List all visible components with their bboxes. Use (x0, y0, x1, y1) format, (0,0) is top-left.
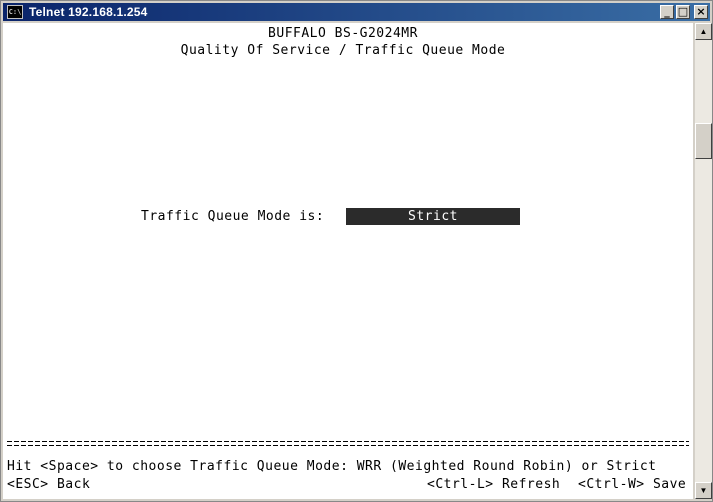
scroll-down-arrow-icon[interactable]: ▼ (695, 482, 712, 499)
save-hint: <Ctrl-W> Save (578, 477, 687, 492)
screen-divider (7, 441, 689, 447)
window-title: Telnet 192.168.1.254 (29, 5, 148, 19)
traffic-queue-mode-value[interactable]: Strict (346, 208, 520, 225)
terminal-screen[interactable]: BUFFALO BS-G2024MR Quality Of Service / … (3, 23, 693, 499)
esc-back-hint: <ESC> Back (7, 477, 91, 492)
telnet-window: C:\ Telnet 192.168.1.254 _ □ × BUFFALO B… (0, 0, 713, 502)
traffic-queue-mode-label: Traffic Queue Mode is: (141, 209, 325, 224)
telnet-console-icon: C:\ (7, 5, 23, 19)
minimize-button[interactable]: _ (660, 5, 674, 19)
help-line: Hit <Space> to choose Traffic Queue Mode… (7, 459, 657, 474)
device-name: BUFFALO BS-G2024MR (268, 26, 418, 41)
scrollbar-thumb[interactable] (695, 123, 712, 159)
title-bar[interactable]: C:\ Telnet 192.168.1.254 _ □ × (3, 3, 710, 21)
close-button[interactable]: × (694, 5, 708, 19)
scroll-up-arrow-icon[interactable]: ▲ (695, 23, 712, 40)
screen-title: Quality Of Service / Traffic Queue Mode (180, 43, 506, 58)
vertical-scrollbar[interactable]: ▲ ▼ (695, 23, 712, 499)
refresh-hint: <Ctrl-L> Refresh (427, 477, 561, 492)
maximize-button[interactable]: □ (676, 5, 690, 19)
